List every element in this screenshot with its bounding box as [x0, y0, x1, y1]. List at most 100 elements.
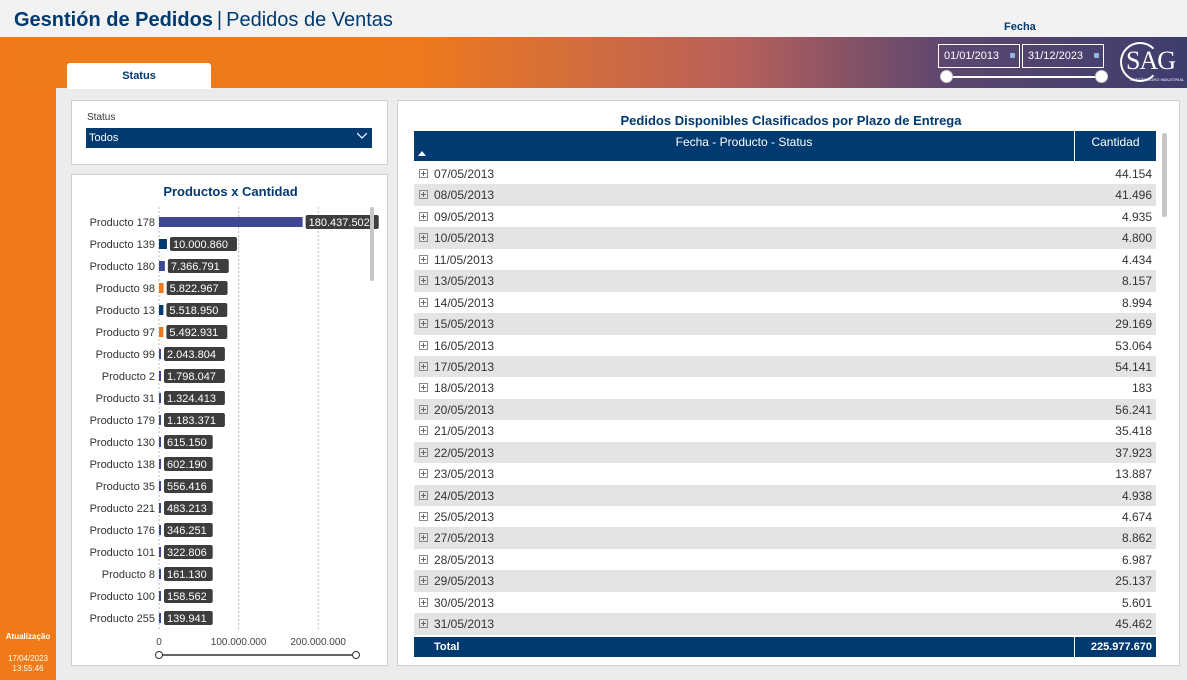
table-row[interactable]: 27/05/2013 8.862 [414, 527, 1156, 549]
expand-icon[interactable] [419, 190, 428, 200]
calendar-icon[interactable] [1010, 53, 1015, 58]
bar[interactable] [159, 503, 161, 513]
category-label: Producto 35 [96, 481, 155, 493]
bar[interactable] [159, 239, 167, 249]
table-row[interactable]: 16/05/2013 53.064 [414, 335, 1156, 356]
expand-icon[interactable] [419, 297, 428, 307]
expand-icon[interactable] [419, 276, 428, 286]
bar[interactable] [159, 283, 164, 293]
expand-icon[interactable] [419, 512, 428, 521]
date-range-slider[interactable] [940, 70, 1108, 83]
column-header-cantidad[interactable]: Cantidad [1074, 131, 1156, 161]
table-row[interactable]: 14/05/2013 8.994 [414, 292, 1156, 313]
bar[interactable] [159, 327, 164, 337]
table-row[interactable]: 08/05/2013 41.496 [414, 184, 1156, 206]
table-row[interactable]: 07/05/2013 44.154 [414, 163, 1156, 184]
table-row[interactable]: 29/05/2013 25.137 [414, 570, 1156, 592]
row-date: 14/05/2013 [434, 295, 495, 310]
table-row[interactable]: 13/05/2013 8.157 [414, 270, 1156, 292]
chart-scrollbar[interactable] [370, 207, 374, 281]
table-row[interactable]: 25/05/2013 4.674 [414, 506, 1156, 527]
bar[interactable] [159, 525, 161, 535]
category-label: Producto 100 [90, 591, 155, 603]
bar[interactable] [159, 393, 161, 403]
table-row[interactable]: 17/05/2013 54.141 [414, 355, 1156, 378]
row-date: 10/05/2013 [434, 231, 495, 246]
row-quantity: 54.141 [1115, 359, 1152, 374]
table-row[interactable]: 22/05/2013 37.923 [414, 441, 1156, 464]
bar[interactable] [159, 591, 161, 601]
expand-icon[interactable] [419, 169, 428, 178]
bar[interactable] [159, 569, 161, 579]
table-row[interactable]: 23/05/2013 13.887 [414, 463, 1156, 484]
expand-icon[interactable] [419, 211, 428, 221]
tab-status[interactable]: Status [67, 63, 211, 89]
row-date: 17/05/2013 [434, 359, 495, 374]
row-quantity: 183 [1131, 381, 1152, 396]
date-end-input[interactable]: 31/12/2023 [1022, 44, 1104, 68]
expand-icon[interactable] [419, 383, 428, 393]
status-dropdown[interactable]: Todos [86, 128, 372, 148]
table-body: 07/05/2013 44.154 08/05/2013 41.496 09/05/20… [414, 163, 1156, 635]
zoom-handle-start[interactable] [155, 651, 163, 659]
expand-icon[interactable] [419, 340, 428, 350]
bar[interactable] [159, 415, 161, 425]
expand-icon[interactable] [419, 404, 428, 414]
title-separator: | [216, 9, 223, 31]
bar[interactable] [159, 547, 161, 557]
bar[interactable] [159, 261, 165, 271]
row-quantity: 37.923 [1115, 445, 1152, 460]
table-row[interactable]: 20/05/2013 56.241 [414, 398, 1156, 421]
bar[interactable] [159, 437, 161, 447]
data-label: 483.213 [167, 503, 207, 515]
table-row[interactable]: 11/05/2013 4.434 [414, 249, 1156, 270]
category-label: Producto 139 [90, 239, 155, 251]
bar[interactable] [159, 217, 303, 227]
category-label: Producto 255 [90, 613, 155, 625]
table-scrollbar[interactable] [1162, 133, 1167, 217]
expand-icon[interactable] [419, 619, 428, 629]
zoom-handle-end[interactable] [352, 651, 360, 659]
column-header-fecha[interactable]: Fecha - Producto - Status [414, 131, 1074, 161]
expand-icon[interactable] [419, 490, 428, 500]
data-label: 5.518.950 [169, 305, 218, 317]
slider-end-handle[interactable] [1095, 70, 1108, 83]
bar[interactable] [159, 459, 161, 469]
table-row[interactable]: 31/05/2013 45.462 [414, 613, 1156, 635]
expand-icon[interactable] [419, 533, 428, 543]
bar[interactable] [159, 481, 161, 491]
data-label: 1.798.047 [167, 371, 216, 383]
table-row[interactable]: 18/05/2013 183 [414, 377, 1156, 398]
table-row[interactable]: 21/05/2013 35.418 [414, 420, 1156, 441]
expand-icon[interactable] [419, 447, 428, 457]
slider-start-handle[interactable] [940, 70, 953, 83]
expand-icon[interactable] [419, 554, 428, 564]
sort-ascending-icon[interactable] [418, 151, 426, 156]
expand-icon[interactable] [419, 319, 428, 329]
table-row[interactable]: 28/05/2013 6.987 [414, 549, 1156, 570]
calendar-icon[interactable] [1094, 53, 1099, 58]
expand-icon[interactable] [419, 361, 428, 371]
expand-icon[interactable] [419, 254, 428, 264]
data-label: 139.941 [167, 613, 207, 625]
expand-icon[interactable] [419, 597, 428, 607]
bar[interactable] [159, 371, 161, 381]
expand-icon[interactable] [419, 576, 428, 586]
table-row[interactable]: 15/05/2013 29.169 [414, 313, 1156, 335]
table-row[interactable]: 30/05/2013 5.601 [414, 592, 1156, 613]
date-start-input[interactable]: 01/01/2013 [938, 44, 1020, 68]
category-label: Producto 178 [90, 217, 155, 229]
expand-icon[interactable] [419, 233, 428, 243]
table-row[interactable]: 09/05/2013 4.935 [414, 206, 1156, 227]
row-quantity: 4.800 [1121, 231, 1152, 246]
row-date: 31/05/2013 [434, 617, 495, 632]
products-quantity-chart: Productos x Cantidad Producto 178 180.437… [71, 174, 388, 666]
bar[interactable] [159, 613, 161, 623]
bar[interactable] [159, 349, 161, 359]
table-row[interactable]: 10/05/2013 4.800 [414, 227, 1156, 249]
table-title: Pedidos Disponibles Clasificados por Pla… [620, 113, 962, 128]
expand-icon[interactable] [419, 469, 428, 479]
bar[interactable] [159, 305, 164, 315]
expand-icon[interactable] [419, 426, 428, 436]
table-row[interactable]: 24/05/2013 4.938 [414, 484, 1156, 506]
